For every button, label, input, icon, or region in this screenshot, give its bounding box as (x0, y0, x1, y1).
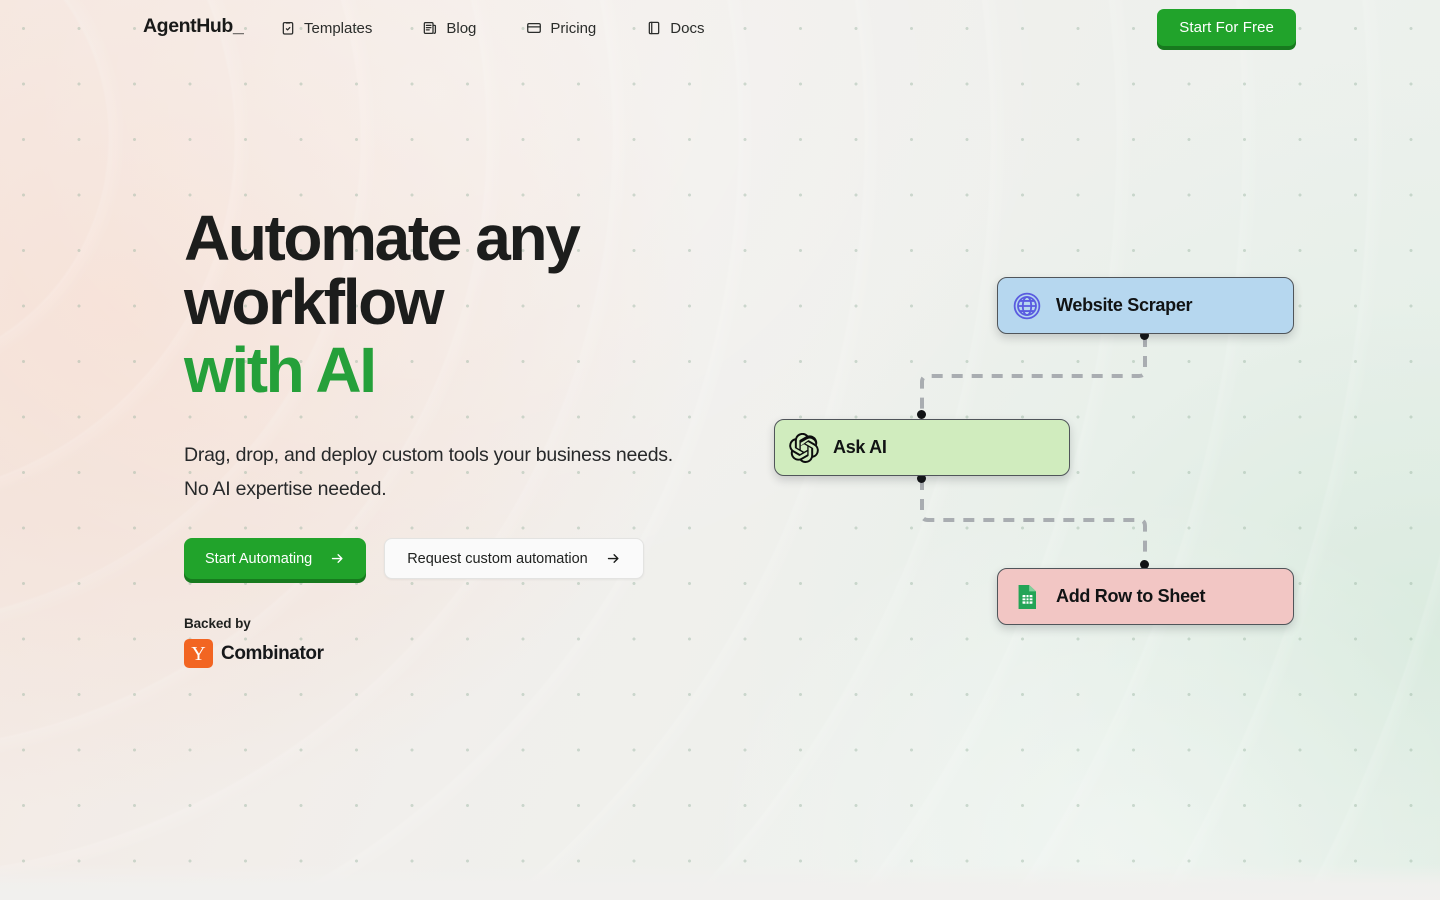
credit-card-icon (526, 20, 542, 36)
hero-subtitle: Drag, drop, and deploy custom tools your… (184, 439, 744, 506)
request-custom-automation-button[interactable]: Request custom automation (384, 538, 644, 580)
globe-icon (1012, 291, 1042, 321)
workflow-node-ask-ai[interactable]: Ask AI (774, 419, 1070, 476)
nav-label-blog: Blog (446, 19, 477, 37)
node-label-add-row-to-sheet: Add Row to Sheet (1056, 586, 1206, 606)
nav-links: Templates Blog Pricing Docs (280, 0, 724, 56)
landing-page: AgentHub_ Templates Blog Pricing Docs St… (0, 0, 1440, 900)
y-combinator-badge: Y Combinator (184, 639, 804, 669)
start-for-free-button[interactable]: Start For Free (1157, 9, 1296, 46)
request-custom-automation-label: Request custom automation (407, 550, 588, 567)
hero-section: Automate any workflow with AI Drag, drop… (184, 206, 804, 669)
headline-line-1: Automate any (184, 202, 581, 274)
y-combinator-icon: Y (184, 639, 213, 669)
node-label-website-scraper: Website Scraper (1056, 295, 1193, 315)
node-label-ask-ai: Ask AI (833, 437, 887, 457)
y-combinator-name: Combinator (221, 642, 324, 664)
nav-item-pricing[interactable]: Pricing (526, 20, 616, 37)
workflow-node-website-scraper[interactable]: Website Scraper (997, 277, 1294, 334)
brand-logo[interactable]: AgentHub_ (143, 15, 244, 38)
backed-by-label: Backed by (184, 616, 251, 632)
newspaper-icon (422, 20, 438, 36)
nav-label-docs: Docs (670, 19, 705, 37)
subtitle-line-2: No AI expertise needed. (184, 477, 387, 500)
bottom-fade (0, 864, 1440, 900)
arrow-right-icon (606, 551, 621, 566)
clipboard-check-icon (280, 20, 296, 36)
page-title: Automate any workflow with AI (184, 206, 804, 402)
headline-line-2: workflow (184, 266, 445, 338)
workflow-node-add-row-to-sheet[interactable]: Add Row to Sheet (997, 568, 1294, 625)
nav-label-pricing: Pricing (550, 19, 597, 37)
hero-button-row: Start Automating Request custom automati… (184, 538, 804, 580)
backed-by-section: Backed by Y Combinator (184, 616, 804, 669)
nav-item-blog[interactable]: Blog (422, 20, 496, 37)
arrow-right-icon (330, 551, 345, 566)
subtitle-line-1: Drag, drop, and deploy custom tools your… (184, 444, 673, 466)
book-icon (646, 20, 662, 36)
headline-accent: with AI (184, 334, 377, 406)
nav-item-docs[interactable]: Docs (646, 20, 724, 37)
start-automating-button[interactable]: Start Automating (184, 538, 367, 580)
top-navbar: AgentHub_ Templates Blog Pricing Docs St… (0, 0, 1440, 56)
start-automating-label: Start Automating (205, 550, 313, 567)
google-sheets-icon (1012, 582, 1042, 612)
nav-label-templates: Templates (304, 19, 373, 37)
nav-item-templates[interactable]: Templates (280, 20, 392, 37)
